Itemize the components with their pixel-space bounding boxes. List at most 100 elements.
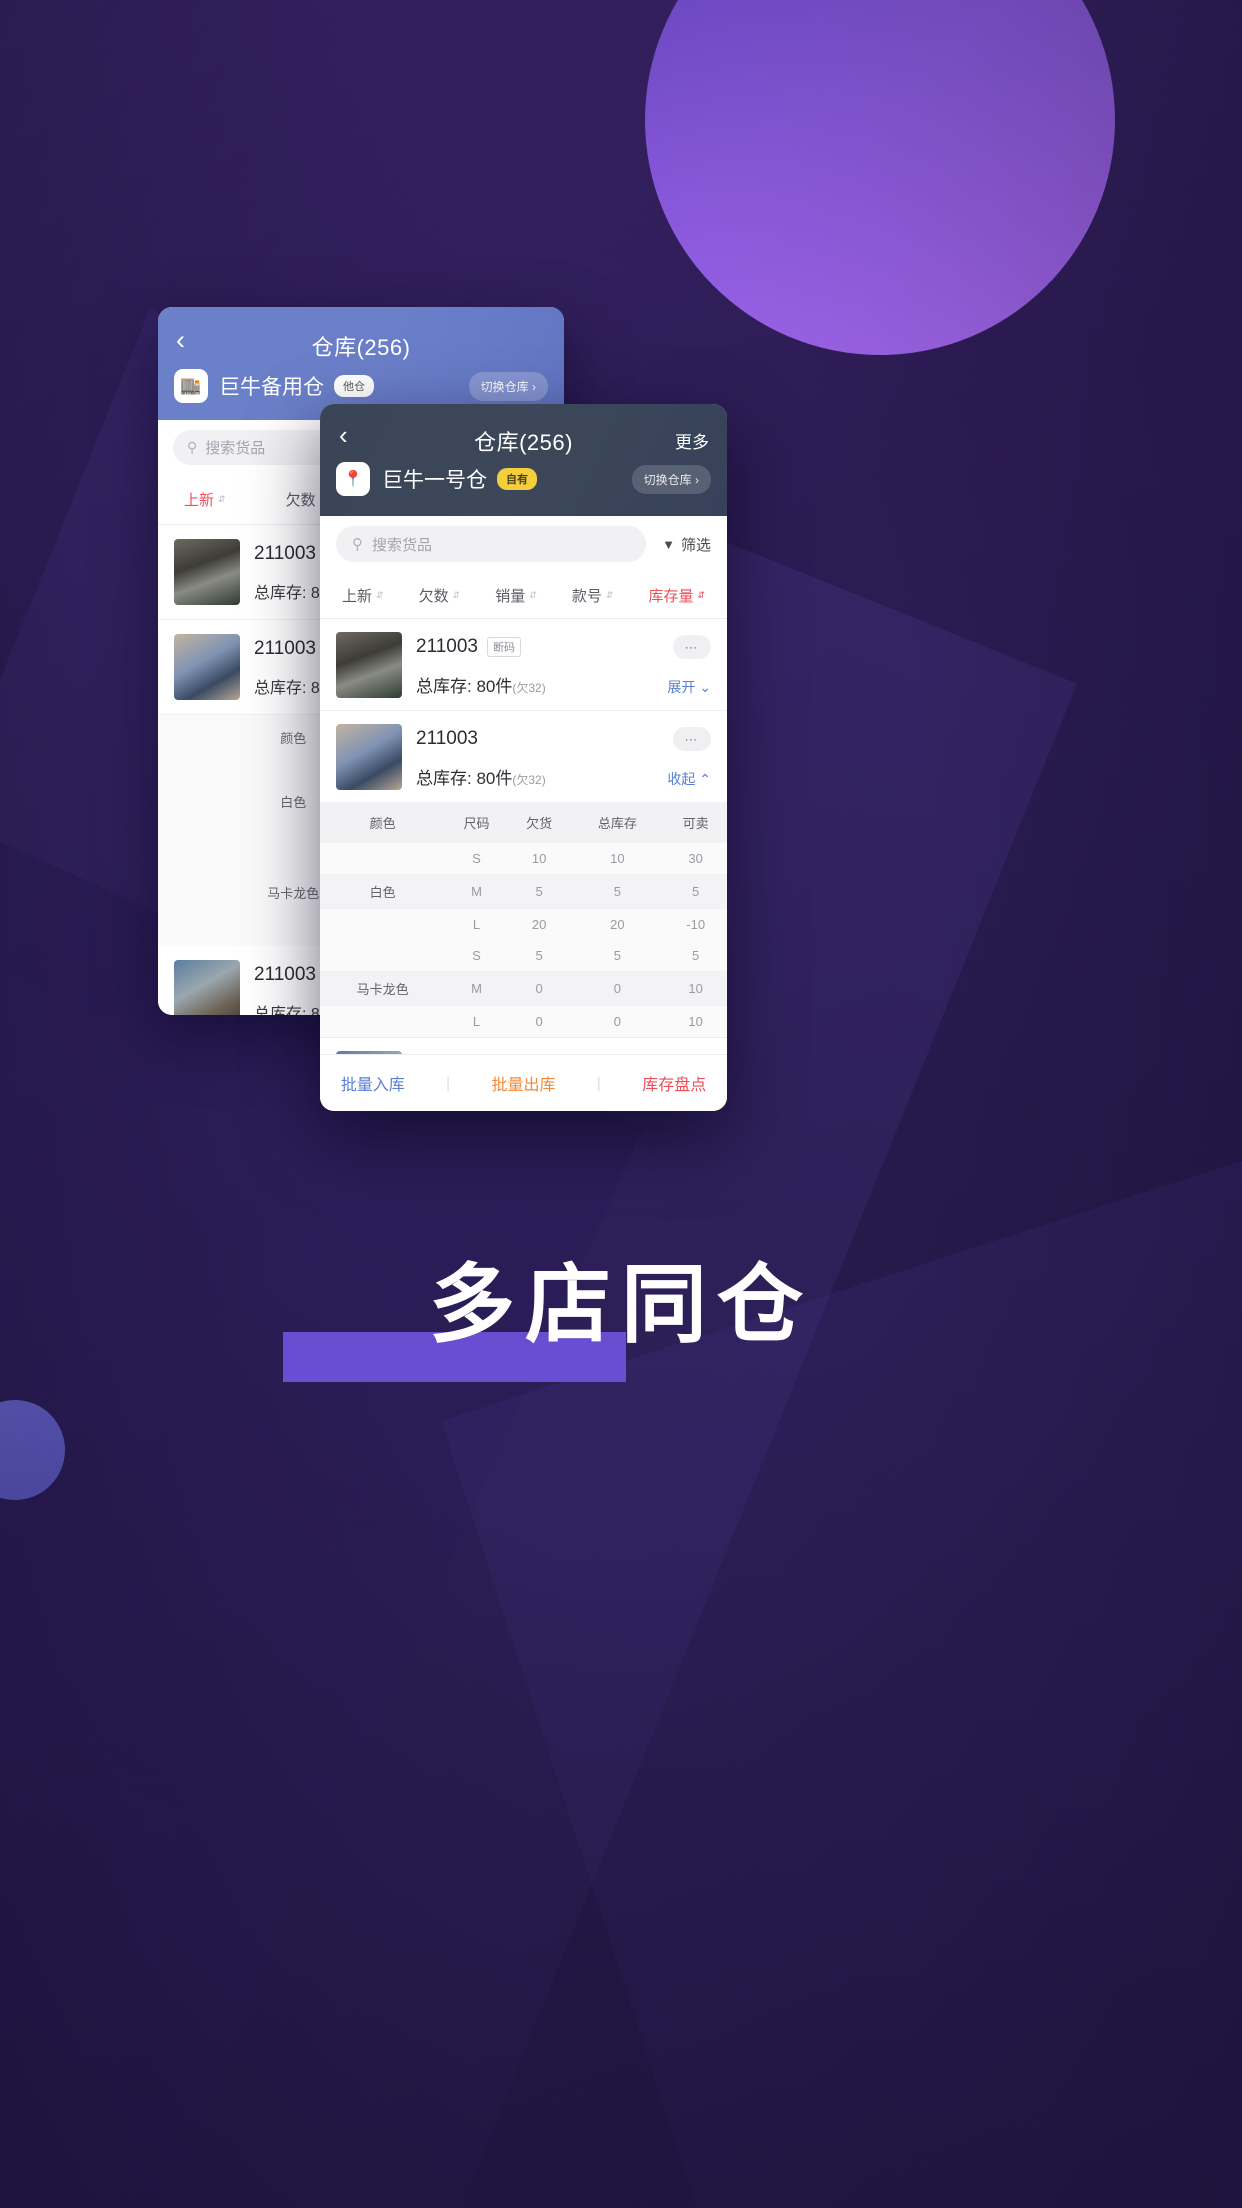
cell-color (320, 940, 445, 971)
bottom-action-bar: 批量入库 | 批量出库 | 库存盘点 (320, 1054, 727, 1111)
sort-tab-label: 上新 (342, 587, 373, 605)
cell-total: 20 (610, 917, 625, 932)
table-header-row: 颜色 尺码 欠货 总库存 可卖 (320, 802, 727, 843)
product-code: 211003 (416, 728, 478, 749)
cell-sellable: 10 (664, 971, 727, 1006)
cell-color (320, 1006, 445, 1037)
expand-toggle[interactable]: 展开 ⌄ (667, 677, 711, 697)
sort-tab-kuanhao[interactable]: 款号 ⇵ (572, 585, 614, 606)
cell-owed: 20 (531, 917, 547, 932)
sort-tab-shangxin[interactable]: 上新 ⇵ (184, 489, 226, 510)
front-product-list[interactable]: 211003 断码 ⋯ 总库存: 80件(欠32) 展开 ⌄ 211003 ⋯ (320, 619, 727, 1054)
cell-total: 0 (570, 971, 665, 1006)
front-sort-tabs: 上新 ⇵ 欠数 ⇵ 销量 ⇵ 款号 ⇵ 库存量 ⇵ (320, 572, 727, 619)
front-card-header: ‹ 仓库(256) 更多 📍 巨牛一号仓 自有 切换仓库 › (320, 404, 727, 516)
product-owed-note: (欠32) (512, 681, 546, 695)
batch-inbound-button[interactable]: 批量入库 (341, 1071, 405, 1095)
search-placeholder: 搜索货品 (372, 536, 433, 554)
sort-tab-qianshu[interactable]: 欠数 ⇵ (419, 585, 461, 606)
table-row: 马卡龙色 M 0 0 10 (320, 971, 727, 1006)
filter-button[interactable]: ▼ 筛选 (662, 534, 711, 555)
warehouse-type-badge: 自有 (497, 468, 537, 490)
stock-count-button[interactable]: 库存盘点 (642, 1071, 706, 1095)
product-thumbnail (336, 724, 402, 790)
more-dots-icon[interactable]: ⋯ (673, 727, 711, 751)
warehouse-avatar-glyph: 📍 (343, 471, 363, 488)
table-row: S 10 10 30 (320, 843, 727, 874)
sort-tab-label: 上新 (184, 492, 215, 509)
warehouse-row: 🏬 巨牛备用仓 他仓 切换仓库 › (158, 369, 564, 403)
product-stock: 总库存: 80件(欠32) (416, 672, 546, 697)
cell-size: M (445, 874, 508, 909)
sort-arrows-icon: ⇵ (376, 589, 384, 600)
sort-arrows-icon: ⇵ (605, 589, 614, 600)
cell-size: M (445, 971, 508, 1006)
divider: | (446, 1074, 451, 1092)
more-button[interactable]: 更多 (675, 428, 709, 453)
sort-arrows-icon: ⇵ (218, 494, 226, 504)
product-stock: 总库存: 8 (254, 585, 320, 602)
list-item[interactable]: 211003 ⋯ 总库存: 80件(欠32) 收起 ⌃ (320, 711, 727, 802)
page-title: 仓库(256) (311, 335, 411, 360)
warehouse-avatar-icon: 📍 (336, 462, 370, 496)
status-badge: 断码 (487, 637, 521, 657)
front-sku-table: 颜色 尺码 欠货 总库存 可卖 S 10 10 30 白色 M 5 5 5 L … (320, 802, 727, 1037)
more-dots-icon[interactable]: ⋯ (673, 635, 711, 659)
table-row: S 5 5 5 (320, 940, 727, 971)
product-code: 211003 (416, 636, 478, 657)
cell-owed: 10 (531, 851, 547, 866)
switch-warehouse-button[interactable]: 切换仓库 › (631, 464, 711, 494)
product-thumbnail (174, 634, 240, 700)
product-stock: 总库存: 8 (254, 1006, 320, 1015)
cell-size: S (472, 851, 481, 866)
front-phone-card: ‹ 仓库(256) 更多 📍 巨牛一号仓 自有 切换仓库 › ⚲ 搜索货品 ▼ … (320, 404, 727, 1111)
sort-tab-xiaoliang[interactable]: 销量 ⇵ (495, 585, 537, 606)
product-stock-label: 总库存: 80件 (416, 769, 513, 788)
divider: | (596, 1074, 601, 1092)
sort-arrows-icon: ⇵ (529, 589, 537, 600)
product-stock-label: 总库存: 80件 (416, 677, 513, 696)
sort-tab-label: 销量 (495, 587, 526, 605)
warehouse-name: 巨牛一号仓 (382, 469, 487, 492)
sort-tab-label: 欠数 (285, 492, 316, 509)
col-header-size: 尺码 (445, 802, 508, 843)
batch-outbound-button[interactable]: 批量出库 (491, 1071, 555, 1095)
search-icon: ⚲ (352, 536, 363, 553)
product-owed-note: (欠32) (512, 773, 546, 787)
product-stock: 总库存: 8 (254, 680, 320, 697)
search-input[interactable]: ⚲ 搜索货品 (336, 526, 647, 562)
tagline-text: 多店同仓 (429, 1255, 813, 1355)
cell-color: 马卡龙色 (320, 971, 446, 1006)
list-item[interactable]: 211003 断码 ⋯ 总库存: 80件(欠32) 展开 ⌄ (320, 619, 727, 711)
table-row: L 20 20 -10 (320, 909, 727, 940)
sort-tab-label: 库存量 (648, 587, 694, 605)
tagline: 多店同仓 (0, 1255, 1242, 1382)
table-row: L 0 0 10 (320, 1006, 727, 1037)
cell-color (320, 843, 445, 874)
list-item[interactable]: 211003 ⋯ 总库存: 80件(欠32) (320, 1037, 727, 1054)
cell-owed: 0 (507, 971, 571, 1006)
table-row: 白色 M 5 5 5 (320, 874, 727, 909)
cell-size: L (472, 917, 481, 932)
sort-tab-kucunliang[interactable]: 库存量 ⇵ (648, 585, 705, 606)
sort-arrows-icon: ⇵ (697, 589, 705, 600)
col-header-owed: 欠货 (507, 802, 571, 843)
cell-color (320, 909, 445, 940)
col-header-total: 总库存 (570, 802, 665, 843)
sort-tab-shangxin[interactable]: 上新 ⇵ (342, 585, 384, 606)
product-thumbnail (174, 960, 240, 1015)
product-code: 211003 (254, 543, 316, 564)
filter-label: 筛选 (680, 536, 711, 554)
product-code: 211003 (254, 638, 316, 659)
col-header-color: 颜色 (320, 802, 446, 843)
collapse-toggle[interactable]: 收起 ⌃ (667, 769, 711, 789)
warehouse-row: 📍 巨牛一号仓 自有 切换仓库 › (320, 462, 727, 496)
cell-total: 0 (613, 1014, 621, 1029)
col-header-sellable: 可卖 (664, 802, 727, 843)
switch-warehouse-button[interactable]: 切换仓库 › (468, 371, 548, 401)
cell-sellable: 10 (688, 1014, 703, 1029)
search-icon: ⚲ (187, 439, 198, 455)
warehouse-avatar-glyph: 🏬 (180, 376, 202, 395)
filter-icon: ▼ (662, 536, 675, 552)
product-thumbnail (336, 632, 402, 698)
